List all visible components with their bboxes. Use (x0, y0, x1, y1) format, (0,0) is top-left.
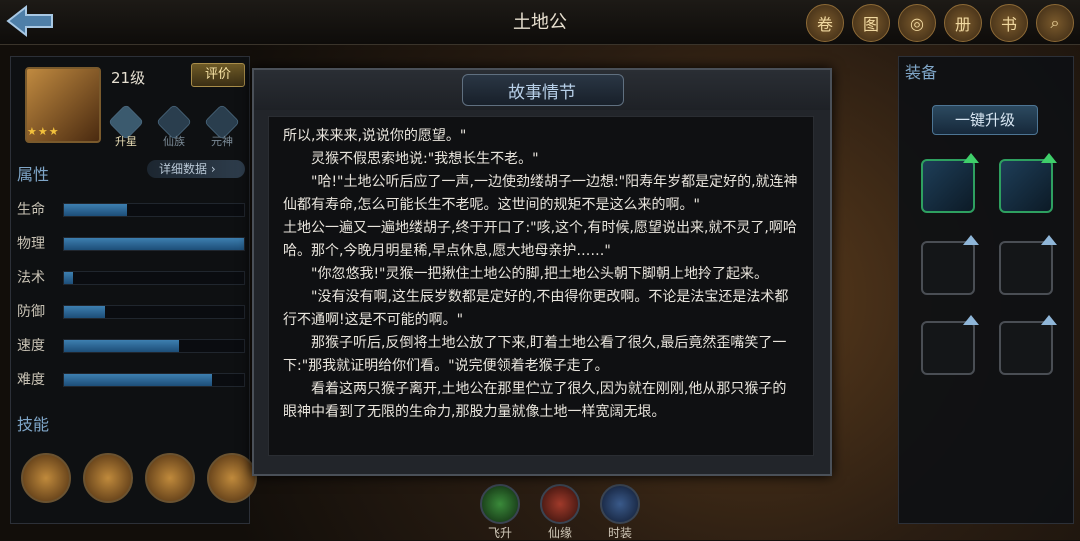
rank-upgrade-star[interactable]: 升星 (107, 103, 145, 149)
stat-row: 难度 (17, 369, 245, 389)
stat-label: 难度 (17, 372, 45, 388)
costume-label: 时装 (607, 526, 632, 540)
stat-bar (63, 271, 245, 285)
equipment-slot[interactable] (921, 235, 979, 295)
equipment-title: 装备 (905, 63, 938, 82)
skill-slot[interactable] (83, 453, 133, 503)
fate-icon (540, 484, 580, 524)
attributes-title: 属性 (17, 165, 50, 184)
top-bar: 土地公 卷 图 ◎ 册 书 ⌕ (0, 0, 1080, 45)
scroll-icon[interactable]: 卷 (806, 4, 844, 42)
skills-title: 技能 (17, 415, 50, 434)
evaluate-button-label: 评价 (204, 67, 231, 82)
stat-bar (63, 237, 245, 251)
equipment-slot[interactable] (999, 153, 1057, 213)
stat-row: 生命 (17, 199, 245, 219)
stat-row: 速度 (17, 335, 245, 355)
ascend-button[interactable]: 飞升 (480, 484, 520, 541)
upgrade-label: 一键升级 (954, 111, 1015, 129)
ascend-label: 飞升 (487, 526, 512, 540)
stat-row: 防御 (17, 301, 245, 321)
skill-slot[interactable] (145, 453, 195, 503)
hero-info-panel: ★★★ 21级 评价 升星 仙族 元神 属性 详细数据 › 生命物理法术防御速度… (10, 56, 257, 524)
stat-bar-fill (64, 238, 244, 250)
map-icon[interactable]: 图 (852, 4, 890, 42)
stat-bar (63, 373, 245, 387)
rank-label: 升星 (115, 135, 137, 148)
story-dialog: 故事情节 所以,来来来,说说你的愿望。" 灵猴不假思索地说:"我想长生不老。" … (252, 68, 832, 476)
story-paragraph: 土地公一遍又一遍地缕胡子,终于开口了:"咳,这个,有时候,愿望说出来,就不灵了,… (283, 220, 797, 259)
stat-label: 速度 (17, 338, 45, 354)
fate-button[interactable]: 仙缘 (540, 484, 580, 541)
rank-label: 仙族 (163, 135, 185, 148)
detail-data-button[interactable]: 详细数据 › (147, 160, 245, 178)
story-paragraph: 看着这两只猴子离开,土地公在那里伫立了很久,因为就在刚刚,他从那只猴子的眼神中看… (283, 381, 787, 420)
stat-bar-fill (64, 272, 73, 284)
coin-icon[interactable]: ◎ (898, 4, 936, 42)
search-icon[interactable]: ⌕ (1036, 4, 1074, 42)
upgrade-arrow-icon (1041, 153, 1057, 163)
fate-label: 仙缘 (547, 526, 572, 540)
upgrade-arrow-icon (963, 315, 979, 325)
story-paragraph: 所以,来来来,说说你的愿望。" (283, 128, 467, 144)
equipment-slot[interactable] (999, 235, 1057, 295)
skill-slot[interactable] (207, 453, 257, 503)
dialog-header: 故事情节 (254, 70, 830, 110)
equipment-slot[interactable] (921, 153, 979, 213)
rank-label: 元神 (211, 135, 233, 148)
stat-bar-fill (64, 374, 212, 386)
upgrade-arrow-icon (963, 235, 979, 245)
equipment-panel: 装备 一键升级 (898, 56, 1074, 524)
stat-bar-fill (64, 306, 106, 318)
ascend-icon (480, 484, 520, 524)
story-paragraph: 灵猴不假思索地说:"我想长生不老。" (311, 151, 539, 167)
costume-button[interactable]: 时装 (600, 484, 640, 541)
equipment-slot[interactable] (921, 315, 979, 375)
story-paragraph: "你忽悠我!"灵猴一把揪住土地公的脚,把土地公头朝下脚朝上地拎了起来。 (311, 266, 768, 282)
stat-bar (63, 203, 245, 217)
upgrade-arrow-icon (1041, 315, 1057, 325)
hero-level: 21级 (111, 69, 146, 87)
detail-data-label: 详细数据 (159, 162, 208, 176)
stat-bar (63, 339, 245, 353)
costume-icon (600, 484, 640, 524)
skill-slot[interactable] (21, 453, 71, 503)
dialog-title: 故事情节 (508, 83, 576, 103)
stat-label: 防御 (17, 304, 45, 320)
star-rating: ★★★ (27, 125, 60, 138)
stat-bar-fill (64, 340, 180, 352)
story-paragraph: "哈!"土地公听后应了一声,一边使劲缕胡子一边想:"阳寿年岁都是定好的,就连神仙… (283, 174, 798, 213)
one-click-upgrade-button[interactable]: 一键升级 (932, 105, 1038, 135)
evaluate-button[interactable]: 评价 (191, 63, 245, 87)
stat-label: 法术 (17, 270, 45, 286)
stat-label: 生命 (17, 202, 45, 218)
rank-immortal-clan[interactable]: 仙族 (155, 103, 193, 149)
story-paragraph: "没有没有啊,这生辰岁数都是定好的,不由得你更改啊。不论是法宝还是法术都行不通啊… (283, 289, 789, 328)
story-text-area[interactable]: 所以,来来来,说说你的愿望。" 灵猴不假思索地说:"我想长生不老。" "哈!"土… (268, 116, 814, 456)
stat-bar (63, 305, 245, 319)
upgrade-arrow-icon (963, 153, 979, 163)
book-icon[interactable]: 册 (944, 4, 982, 42)
stat-bar-fill (64, 204, 127, 216)
stat-label: 物理 (17, 236, 45, 252)
rank-spirit[interactable]: 元神 (203, 103, 241, 149)
stat-row: 法术 (17, 267, 245, 287)
story-paragraph: 那猴子听后,反倒将土地公放了下来,盯着土地公看了很久,最后竟然歪嘴笑了一下:"那… (283, 335, 787, 374)
equipment-slot[interactable] (999, 315, 1057, 375)
upgrade-arrow-icon (1041, 235, 1057, 245)
manual-icon[interactable]: 书 (990, 4, 1028, 42)
stat-row: 物理 (17, 233, 245, 253)
